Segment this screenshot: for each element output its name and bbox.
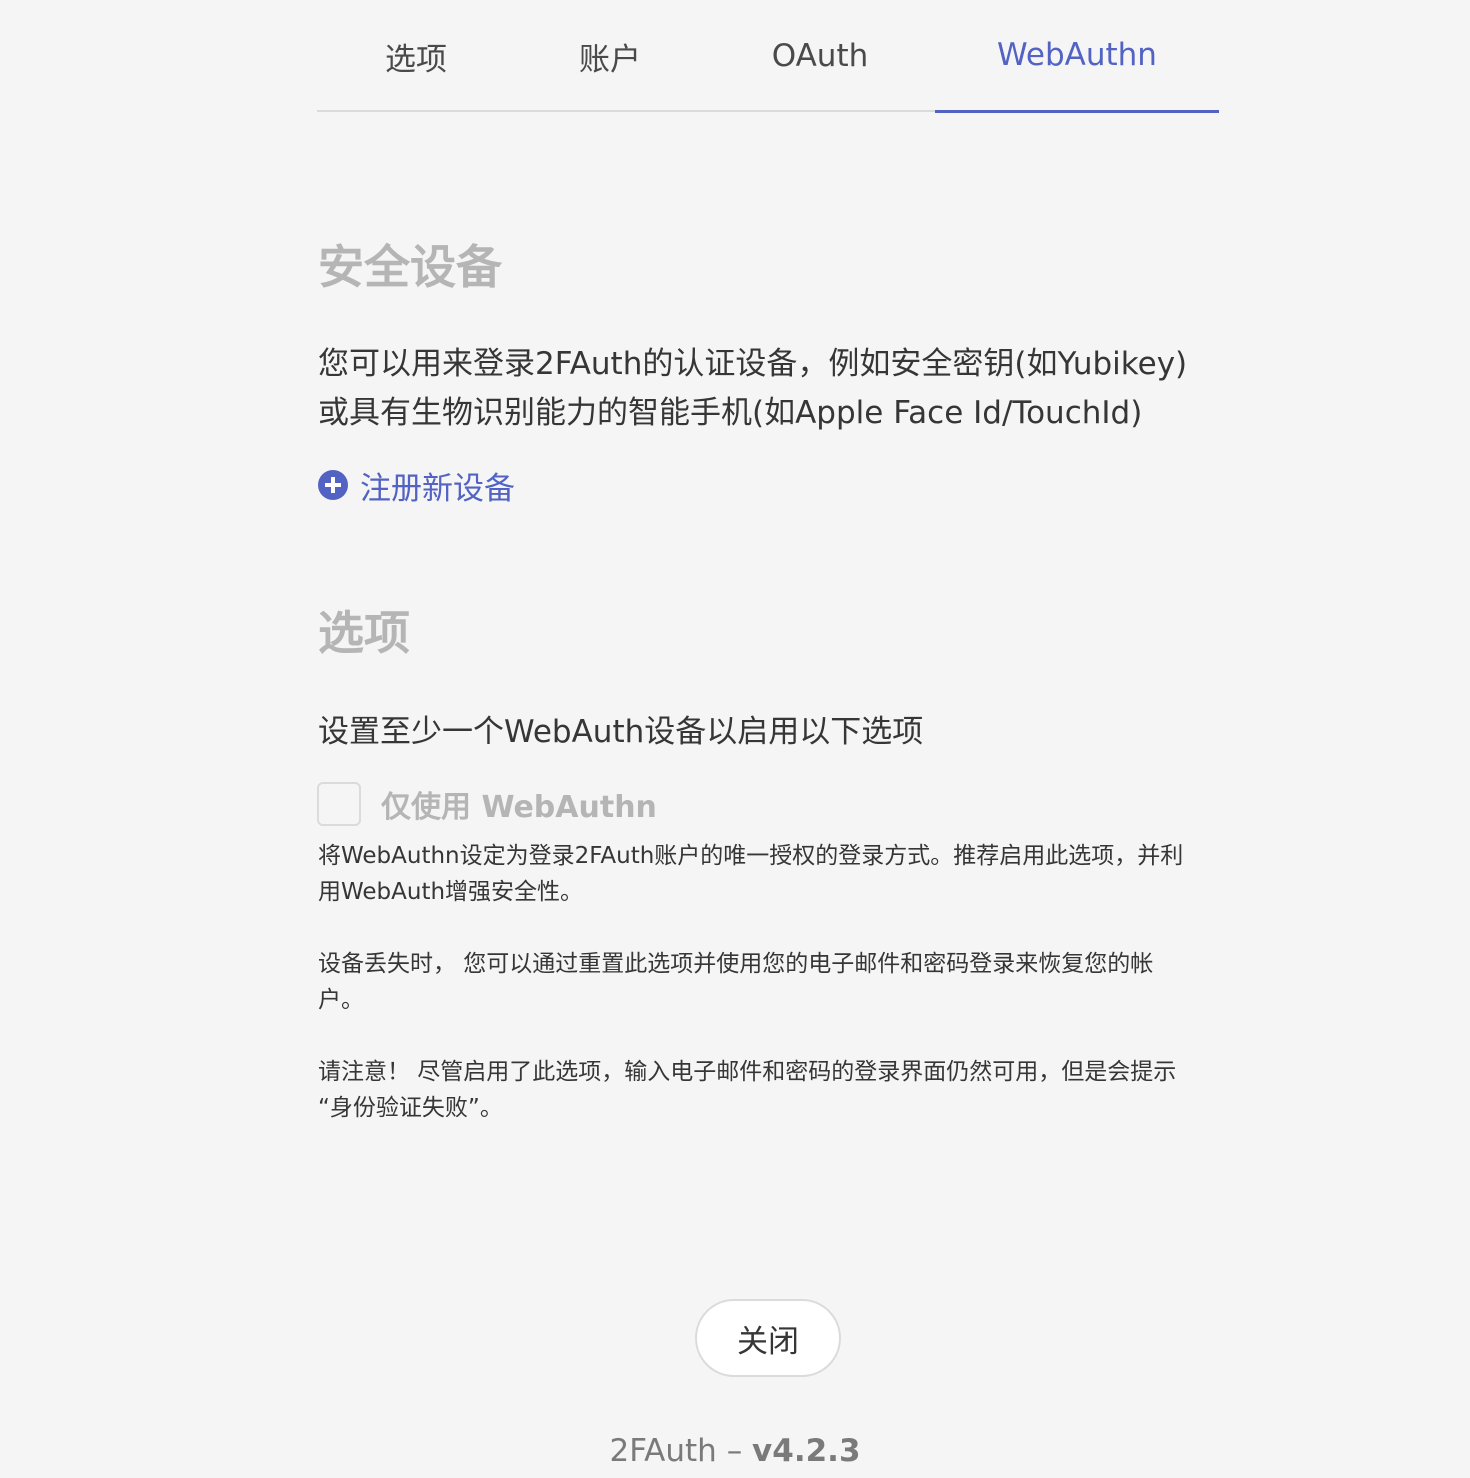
help-line: 请注意！ 尽管启用了此选项，输入电子邮件和密码的登录界面仍然可用，但是会提示 — [318, 1059, 1177, 1085]
options-heading: 选项 — [318, 606, 410, 660]
app-footer: 2FAuth – v4.2.3 — [0, 1430, 1470, 1472]
app-name: 2FAuth – — [609, 1433, 743, 1469]
app-version: v4.2.3 — [752, 1433, 861, 1469]
register-device-button[interactable]: 注册新设备 — [318, 462, 515, 508]
description-line: 您可以用来登录2FAuth的认证设备，例如安全密钥(如Yubikey) — [318, 346, 1188, 382]
security-devices-heading: 安全设备 — [318, 240, 502, 294]
webauthn-only-help: 将WebAuthn设定为登录2FAuth账户的唯一授权的登录方式。推荐启用此选项… — [318, 838, 1218, 910]
webauthn-only-checkbox[interactable] — [317, 782, 361, 826]
tab-options[interactable]: 选项 — [317, 0, 515, 112]
tab-webauthn[interactable]: WebAuthn — [935, 0, 1219, 113]
tab-account[interactable]: 账户 — [515, 0, 705, 112]
close-button[interactable]: 关闭 — [695, 1299, 841, 1377]
tab-oauth[interactable]: OAuth — [705, 0, 935, 112]
webauthn-only-label: 仅使用 WebAuthn — [381, 790, 657, 825]
login-warning-help: 请注意！ 尽管启用了此选项，输入电子邮件和密码的登录界面仍然可用，但是会提示 “… — [318, 1054, 1218, 1126]
security-devices-description: 您可以用来登录2FAuth的认证设备，例如安全密钥(如Yubikey) 或具有生… — [318, 340, 1218, 438]
help-line: 将WebAuthn设定为登录2FAuth账户的唯一授权的登录方式。推荐启用此选项… — [318, 843, 1184, 869]
help-line: 设备丢失时， 您可以通过重置此选项并使用您的电子邮件和密码登录来恢复您的帐 — [318, 951, 1154, 977]
options-hint: 设置至少一个WebAuth设备以启用以下选项 — [318, 714, 924, 750]
help-line: “身份验证失败”。 — [318, 1095, 503, 1121]
device-lost-help: 设备丢失时， 您可以通过重置此选项并使用您的电子邮件和密码登录来恢复您的帐 户。 — [318, 946, 1218, 1018]
help-line: 用WebAuth增强安全性。 — [318, 879, 584, 905]
help-line: 户。 — [318, 987, 364, 1013]
description-line: 或具有生物识别能力的智能手机(如Apple Face Id/TouchId) — [318, 395, 1143, 431]
settings-tabs: 选项 账户 OAuth WebAuthn — [317, 0, 1219, 113]
plus-circle-icon — [318, 470, 348, 500]
register-device-label: 注册新设备 — [360, 470, 515, 507]
webauthn-only-option: 仅使用 WebAuthn — [317, 780, 657, 828]
